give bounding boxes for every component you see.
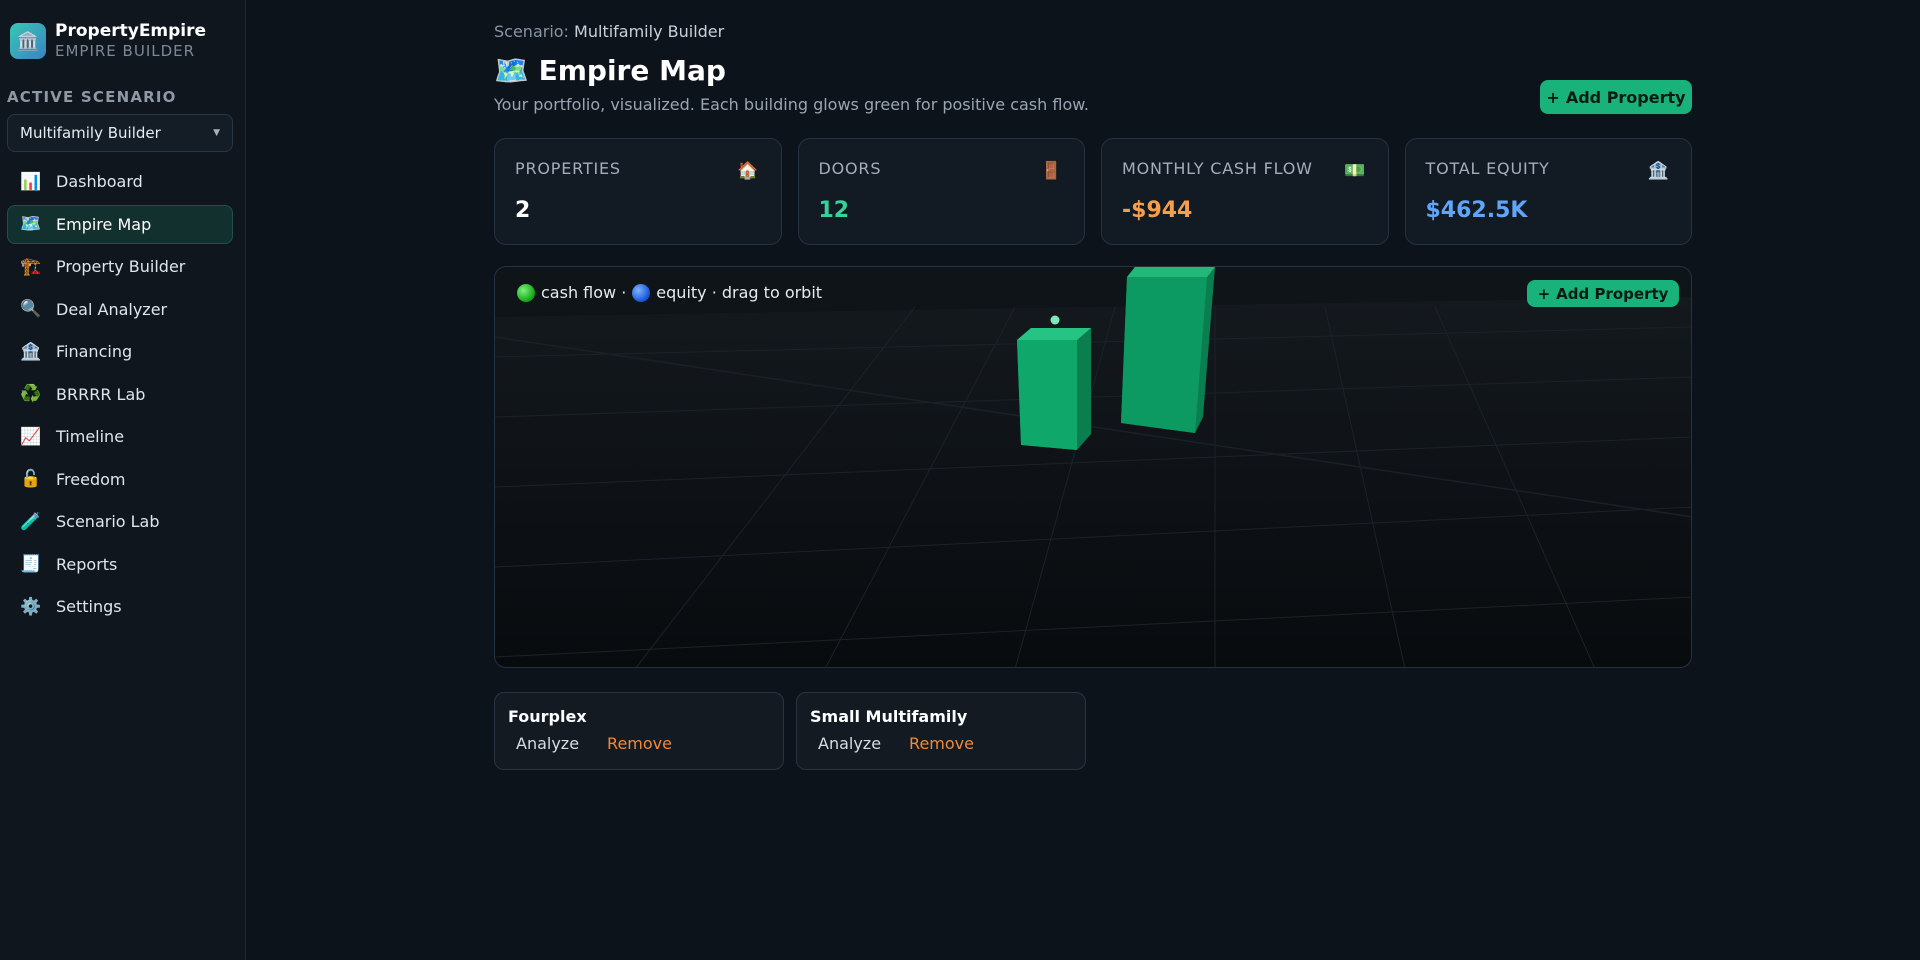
add-property-button[interactable]: + Add Property bbox=[1540, 80, 1692, 114]
active-scenario-label: ACTIVE SCENARIO bbox=[7, 88, 177, 106]
stat-value: 12 bbox=[818, 198, 850, 223]
bank-icon: 🏦 bbox=[1647, 161, 1669, 181]
sidebar-item-empire-map[interactable]: 🗺️ Empire Map bbox=[7, 204, 233, 244]
stats-row: PROPERTIES 🏠 2 DOORS 🚪 12 MONTHLY CASH F… bbox=[494, 138, 1692, 245]
test-tube-icon: 🧪 bbox=[20, 511, 42, 532]
brand-name: PropertyEmpire bbox=[55, 21, 207, 41]
receipt-icon: 🧾 bbox=[20, 554, 42, 574]
door-icon: 🚪 bbox=[1040, 161, 1062, 181]
property-name: Fourplex bbox=[508, 707, 587, 726]
plus-icon: + bbox=[1546, 87, 1560, 107]
brand[interactable]: 🏛️ PropertyEmpire EMPIRE BUILDER bbox=[7, 18, 238, 64]
bank-icon: 🏛️ bbox=[10, 23, 46, 59]
sidebar-item-label: Financing bbox=[56, 342, 133, 361]
stat-label: TOTAL EQUITY bbox=[1425, 159, 1550, 178]
stat-label: DOORS bbox=[818, 159, 882, 178]
remove-button[interactable]: Remove bbox=[909, 734, 974, 753]
sidebar-item-label: Reports bbox=[56, 554, 118, 574]
bank-icon: 🏦 bbox=[20, 341, 42, 362]
sidebar-item-deal-analyzer[interactable]: 🔍 Deal Analyzer bbox=[7, 290, 233, 329]
page-title: 🗺️ Empire Map bbox=[494, 54, 726, 87]
sidebar-item-property-builder[interactable]: 🏗️ Property Builder bbox=[7, 247, 233, 286]
sidebar-item-label: Scenario Lab bbox=[56, 512, 160, 531]
breadcrumb-label: Scenario: bbox=[494, 22, 569, 41]
sidebar-item-label: Freedom bbox=[56, 469, 126, 489]
sidebar-item-brrrr-lab[interactable]: ♻️ BRRRR Lab bbox=[7, 375, 233, 414]
add-property-label: Add Property bbox=[1565, 87, 1686, 107]
gear-icon: ⚙️ bbox=[20, 596, 42, 617]
property-card: Fourplex Analyze Remove bbox=[494, 692, 784, 770]
sidebar-item-label: Settings bbox=[56, 597, 122, 616]
chart-icon: 📊 bbox=[20, 171, 42, 192]
map-add-property-button[interactable]: + Add Property bbox=[1527, 280, 1679, 307]
sidebar-item-label: Timeline bbox=[56, 427, 125, 446]
sidebar-nav: 📊 Dashboard 🗺️ Empire Map 🏗️ Property Build… bbox=[7, 162, 238, 626]
sidebar-item-scenario-lab[interactable]: 🧪 Scenario Lab bbox=[7, 502, 233, 541]
green-dot-icon bbox=[517, 283, 535, 302]
remove-button[interactable]: Remove bbox=[607, 734, 672, 753]
building-fourplex[interactable] bbox=[1017, 328, 1091, 450]
stat-value: 2 bbox=[515, 198, 531, 223]
sidebar-item-timeline[interactable]: 📈 Timeline bbox=[7, 417, 233, 456]
map-scene bbox=[495, 267, 1691, 667]
construction-icon: 🏗️ bbox=[20, 256, 42, 277]
sidebar-item-settings[interactable]: ⚙️ Settings bbox=[7, 587, 233, 626]
stat-value: -$944 bbox=[1122, 198, 1193, 223]
blue-dot-icon bbox=[632, 283, 651, 302]
sidebar-item-financing[interactable]: 🏦 Financing bbox=[7, 332, 233, 371]
map-legend: cash flow · equity · drag to orbit bbox=[517, 283, 822, 302]
stat-card-total-equity: TOTAL EQUITY 🏦 $462.5K bbox=[1404, 138, 1692, 245]
stat-label: MONTHLY CASH FLOW bbox=[1122, 159, 1313, 178]
chevron-down-icon: ▼ bbox=[213, 128, 220, 138]
stat-label: PROPERTIES bbox=[515, 159, 621, 178]
sidebar-item-label: BRRRR Lab bbox=[56, 384, 146, 404]
scenario-select[interactable]: Multifamily Builder ▼ bbox=[7, 114, 233, 152]
stat-value: $462.5K bbox=[1425, 198, 1528, 223]
money-icon: 💵 bbox=[1344, 161, 1366, 181]
sidebar-item-dashboard[interactable]: 📊 Dashboard bbox=[7, 162, 233, 201]
breadcrumb-value: Multifamily Builder bbox=[574, 22, 725, 41]
cash-flow-marker bbox=[1050, 315, 1060, 325]
property-cards: Fourplex Analyze Remove Small Multifamil… bbox=[494, 692, 1086, 770]
sidebar-item-freedom[interactable]: 🔓 Freedom bbox=[7, 460, 233, 499]
empire-map-canvas[interactable]: cash flow · equity · drag to orbit + Add… bbox=[494, 266, 1692, 668]
sidebar-item-label: Dashboard bbox=[56, 172, 143, 191]
map-icon: 🗺️ bbox=[20, 214, 42, 234]
plus-icon: + bbox=[1537, 284, 1551, 303]
map-add-property-label: Add Property bbox=[1556, 284, 1669, 303]
sidebar-item-label: Deal Analyzer bbox=[56, 299, 168, 319]
analyze-button[interactable]: Analyze bbox=[516, 734, 579, 753]
property-card: Small Multifamily Analyze Remove bbox=[796, 692, 1086, 770]
unlock-icon: 🔓 bbox=[20, 469, 42, 489]
breadcrumb: Scenario: Multifamily Builder bbox=[494, 22, 724, 41]
brand-subtitle: EMPIRE BUILDER bbox=[55, 42, 196, 60]
property-name: Small Multifamily bbox=[810, 707, 968, 726]
stat-card-monthly-cash-flow: MONTHLY CASH FLOW 💵 -$944 bbox=[1101, 138, 1389, 245]
trend-icon: 📈 bbox=[20, 426, 42, 447]
house-icon: 🏠 bbox=[737, 161, 759, 181]
legend-equity: equity · drag to orbit bbox=[656, 283, 823, 302]
building-small-multifamily[interactable] bbox=[1121, 267, 1215, 433]
sidebar: 🏛️ PropertyEmpire EMPIRE BUILDER ACTIVE … bbox=[0, 0, 246, 960]
sidebar-item-label: Empire Map bbox=[56, 214, 152, 234]
analyze-button[interactable]: Analyze bbox=[818, 734, 881, 753]
scenario-select-value: Multifamily Builder bbox=[20, 124, 161, 142]
stat-card-properties: PROPERTIES 🏠 2 bbox=[494, 138, 782, 245]
legend-cash-flow: cash flow · bbox=[541, 283, 627, 302]
sidebar-item-label: Property Builder bbox=[56, 257, 186, 276]
sidebar-item-reports[interactable]: 🧾 Reports bbox=[7, 545, 233, 584]
page-subtitle: Your portfolio, visualized. Each buildin… bbox=[494, 95, 1089, 114]
stat-card-doors: DOORS 🚪 12 bbox=[797, 138, 1085, 245]
recycle-icon: ♻️ bbox=[20, 384, 42, 404]
magnifier-icon: 🔍 bbox=[20, 299, 42, 319]
